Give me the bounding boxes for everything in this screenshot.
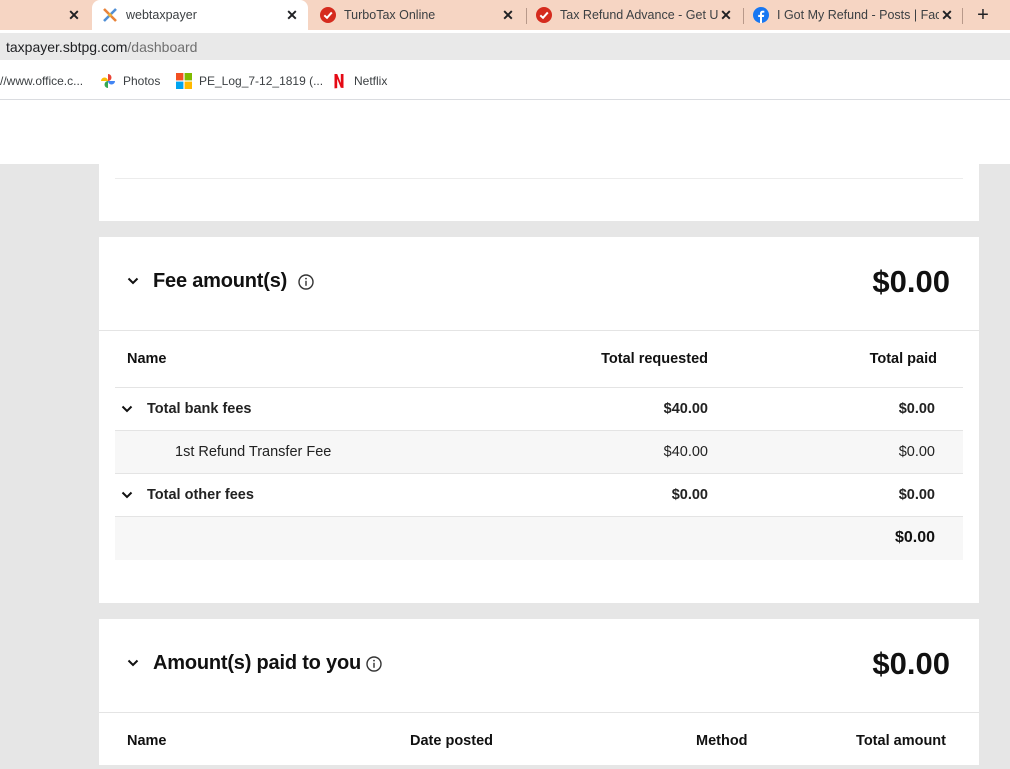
chevron-down-icon[interactable]: [127, 657, 139, 669]
fee-amounts-card: Fee amount(s) $0.00 Name Total requested…: [99, 237, 979, 603]
page-header-band: [0, 100, 1010, 164]
table-row-total-bank-fees[interactable]: Total bank fees $40.00 $0.00: [115, 387, 963, 431]
microsoft-icon: [176, 73, 192, 89]
paid-section-amount: $0.00: [872, 646, 950, 681]
info-icon[interactable]: [366, 656, 382, 672]
bookmark-pe-log[interactable]: PE_Log_7-12_1819 (...: [176, 64, 323, 98]
tab-0[interactable]: ✕: [0, 0, 90, 30]
column-header-total-amount: Total amount: [856, 733, 946, 749]
column-header-total-requested: Total requested: [601, 351, 708, 367]
paid-section-header[interactable]: Amount(s) paid to you $0.00: [99, 619, 979, 713]
tab-webtaxpayer[interactable]: webtaxpayer ✕: [92, 0, 308, 30]
divider: [115, 178, 963, 179]
chevron-down-icon[interactable]: [121, 489, 133, 501]
table-row-total-other-fees[interactable]: Total other fees $0.00 $0.00: [115, 473, 963, 517]
tab-title: webtaxpayer: [126, 8, 197, 22]
row-total-paid: $0.00: [898, 444, 935, 460]
row-name: Total other fees: [147, 487, 254, 503]
url-host: taxpayer.sbtpg.com: [6, 38, 128, 55]
address-bar[interactable]: taxpayer.sbtpg.com/dashboard: [0, 33, 1010, 60]
bookmark-office[interactable]: //www.office.c...: [0, 64, 83, 98]
tab-separator: [962, 8, 963, 24]
amounts-paid-card: Amount(s) paid to you $0.00 Name Date po…: [99, 619, 979, 765]
fee-section-amount: $0.00: [872, 264, 950, 299]
google-photos-icon: [100, 73, 116, 89]
bookmark-label: Photos: [123, 74, 161, 88]
sbtpg-logo-icon: [102, 7, 118, 23]
column-header-method: Method: [696, 733, 748, 749]
close-icon[interactable]: ✕: [939, 7, 955, 24]
table-row-refund-transfer-fee: 1st Refund Transfer Fee $40.00 $0.00: [115, 430, 963, 474]
turbotax-check-icon: [536, 7, 552, 23]
bookmark-photos[interactable]: Photos: [100, 64, 160, 98]
address-bar-area: taxpayer.sbtpg.com/dashboard: [0, 30, 1010, 64]
row-total-requested: $0.00: [671, 487, 708, 503]
bookmark-label: PE_Log_7-12_1819 (...: [199, 74, 324, 88]
tab-i-got-my-refund[interactable]: I Got My Refund - Posts | Fac ✕: [747, 0, 961, 30]
fee-section-header[interactable]: Fee amount(s) $0.00: [99, 237, 979, 331]
row-name: 1st Refund Transfer Fee: [175, 444, 332, 460]
tab-title: I Got My Refund - Posts | Fac: [777, 8, 939, 22]
chevron-down-icon[interactable]: [121, 403, 133, 415]
column-header-total-paid: Total paid: [869, 351, 937, 367]
bookmark-label: Netflix: [354, 74, 388, 88]
tab-title: TurboTax Online: [344, 8, 436, 22]
new-tab-button[interactable]: +: [972, 4, 994, 26]
table-row-total: $0.00: [115, 516, 963, 560]
chevron-down-icon[interactable]: [127, 275, 139, 287]
row-total-requested: $40.00: [663, 401, 708, 417]
paid-section-title: Amount(s) paid to you: [153, 652, 361, 674]
info-icon[interactable]: [298, 274, 314, 290]
close-icon[interactable]: ✕: [66, 7, 82, 24]
netflix-icon: [331, 73, 347, 89]
row-total-paid: $0.00: [898, 401, 935, 417]
tab-title: Tax Refund Advance - Get Up: [560, 8, 718, 22]
row-name: Total bank fees: [147, 401, 252, 417]
row-total-requested: $40.00: [663, 444, 708, 460]
url-path: /dashboard: [127, 38, 198, 55]
bookmarks-bar: //www.office.c... Photos PE_Log_7-12_181…: [0, 64, 1010, 100]
turbotax-check-icon: [320, 7, 336, 23]
close-icon[interactable]: ✕: [718, 7, 734, 24]
total-paid-value: $0.00: [894, 529, 935, 546]
fee-section-title: Fee amount(s): [153, 270, 288, 292]
close-icon[interactable]: ✕: [500, 7, 516, 24]
tab-turbotax-online[interactable]: TurboTax Online ✕: [312, 0, 524, 30]
facebook-icon: [753, 7, 769, 23]
close-icon[interactable]: ✕: [284, 7, 300, 24]
row-total-paid: $0.00: [898, 487, 935, 503]
fee-table-header: Name Total requested Total paid: [99, 331, 979, 387]
previous-section-card: [99, 164, 979, 221]
bookmark-label: //www.office.c...: [0, 74, 84, 88]
bookmark-netflix[interactable]: Netflix: [331, 64, 387, 98]
column-header-name: Name: [127, 351, 167, 367]
paid-table-header: Name Date posted Method Total amount: [99, 713, 979, 769]
tab-strip: ✕ webtaxpayer ✕ TurboTax Online ✕ Tax Re…: [0, 0, 1010, 30]
tab-separator: [526, 8, 527, 24]
tab-separator: [743, 8, 744, 24]
column-header-date-posted: Date posted: [410, 733, 493, 749]
column-header-name: Name: [127, 733, 167, 749]
tab-tax-refund-advance[interactable]: Tax Refund Advance - Get Up ✕: [530, 0, 740, 30]
